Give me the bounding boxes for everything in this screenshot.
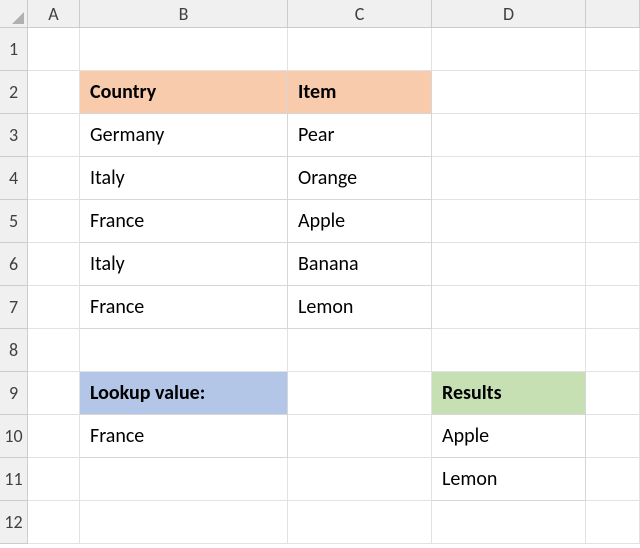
cell-a11[interactable]: [28, 458, 80, 501]
cell-d1[interactable]: [432, 28, 586, 71]
cell-e6[interactable]: [586, 243, 640, 286]
col-header-c[interactable]: C: [288, 0, 432, 28]
cell-e3[interactable]: [586, 114, 640, 157]
row-header-8[interactable]: 8: [0, 329, 28, 372]
select-all-corner[interactable]: [0, 0, 28, 28]
cell-e11[interactable]: [586, 458, 640, 501]
cell-b12[interactable]: [80, 501, 288, 544]
row-header-9[interactable]: 9: [0, 372, 28, 415]
cell-c12[interactable]: [288, 501, 432, 544]
cell-c1[interactable]: [288, 28, 432, 71]
cell-c8[interactable]: [288, 329, 432, 372]
row-header-2[interactable]: 2: [0, 71, 28, 114]
cell-a4[interactable]: [28, 157, 80, 200]
cell-a3[interactable]: [28, 114, 80, 157]
row-headers: 1 2 3 4 5 6 7 8 9 10 11 12: [0, 28, 28, 544]
table-row[interactable]: France: [80, 200, 288, 243]
table1-header-item[interactable]: Item: [288, 71, 432, 114]
result-value[interactable]: Apple: [432, 415, 586, 458]
cell-d5[interactable]: [432, 200, 586, 243]
row-header-3[interactable]: 3: [0, 114, 28, 157]
row-header-1[interactable]: 1: [0, 28, 28, 71]
cell-d2[interactable]: [432, 71, 586, 114]
cell-d8[interactable]: [432, 329, 586, 372]
cell-e5[interactable]: [586, 200, 640, 243]
cell-a1[interactable]: [28, 28, 80, 71]
cell-e9[interactable]: [586, 372, 640, 415]
cell-d3[interactable]: [432, 114, 586, 157]
cell-e12[interactable]: [586, 501, 640, 544]
cell-a2[interactable]: [28, 71, 80, 114]
table-row[interactable]: Apple: [288, 200, 432, 243]
table-row[interactable]: Italy: [80, 243, 288, 286]
col-header-a[interactable]: A: [28, 0, 80, 28]
col-header-extra[interactable]: [586, 0, 640, 28]
cell-a6[interactable]: [28, 243, 80, 286]
row-header-11[interactable]: 11: [0, 458, 28, 501]
cell-e7[interactable]: [586, 286, 640, 329]
cell-a5[interactable]: [28, 200, 80, 243]
row-header-5[interactable]: 5: [0, 200, 28, 243]
cell-b1[interactable]: [80, 28, 288, 71]
cell-e1[interactable]: [586, 28, 640, 71]
cell-d12[interactable]: [432, 501, 586, 544]
cell-a12[interactable]: [28, 501, 80, 544]
lookup-label[interactable]: Lookup value:: [80, 372, 288, 415]
cell-a8[interactable]: [28, 329, 80, 372]
lookup-value[interactable]: France: [80, 415, 288, 458]
table-row[interactable]: Orange: [288, 157, 432, 200]
cell-a7[interactable]: [28, 286, 80, 329]
table-row[interactable]: Lemon: [288, 286, 432, 329]
table-row[interactable]: France: [80, 286, 288, 329]
row-header-6[interactable]: 6: [0, 243, 28, 286]
row-header-4[interactable]: 4: [0, 157, 28, 200]
cell-e8[interactable]: [586, 329, 640, 372]
row-header-12[interactable]: 12: [0, 501, 28, 544]
table-row[interactable]: Pear: [288, 114, 432, 157]
cell-c9[interactable]: [288, 372, 432, 415]
table1-header-country[interactable]: Country: [80, 71, 288, 114]
cell-b8[interactable]: [80, 329, 288, 372]
cell-e4[interactable]: [586, 157, 640, 200]
col-header-d[interactable]: D: [432, 0, 586, 28]
col-header-b[interactable]: B: [80, 0, 288, 28]
cell-e2[interactable]: [586, 71, 640, 114]
cell-c10[interactable]: [288, 415, 432, 458]
results-header[interactable]: Results: [432, 372, 586, 415]
table-row[interactable]: Italy: [80, 157, 288, 200]
result-value[interactable]: Lemon: [432, 458, 586, 501]
table-row[interactable]: Germany: [80, 114, 288, 157]
cell-d7[interactable]: [432, 286, 586, 329]
cell-d6[interactable]: [432, 243, 586, 286]
cell-d4[interactable]: [432, 157, 586, 200]
spreadsheet-grid: Country Item Germany Pear Italy Orange F…: [28, 28, 640, 544]
cell-e10[interactable]: [586, 415, 640, 458]
row-header-10[interactable]: 10: [0, 415, 28, 458]
row-header-7[interactable]: 7: [0, 286, 28, 329]
cell-c11[interactable]: [288, 458, 432, 501]
column-headers: A B C D: [28, 0, 640, 28]
cell-b11[interactable]: [80, 458, 288, 501]
cell-a9[interactable]: [28, 372, 80, 415]
cell-a10[interactable]: [28, 415, 80, 458]
table-row[interactable]: Banana: [288, 243, 432, 286]
